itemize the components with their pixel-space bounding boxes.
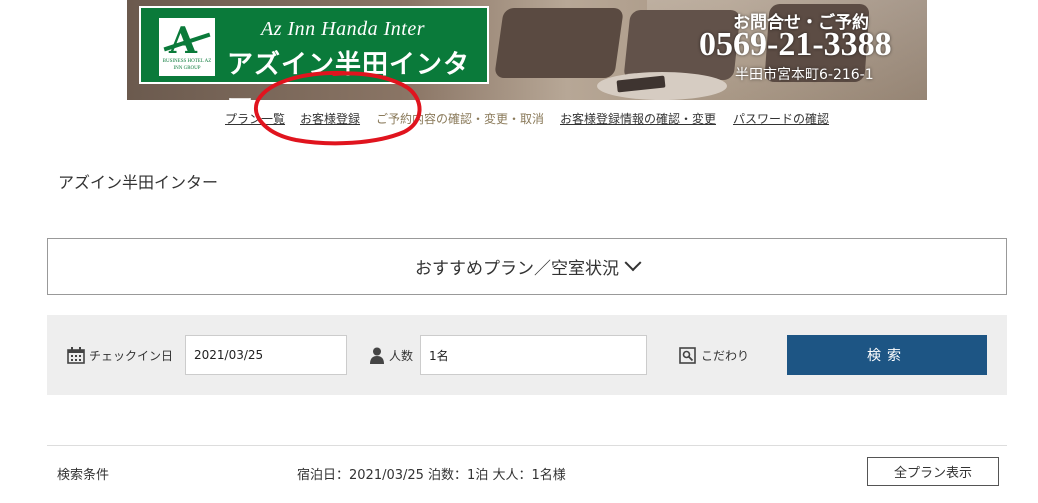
logo-japanese-name: アズイン半田インター <box>227 50 471 100</box>
recommended-plans-toggle[interactable]: おすすめプラン／空室状況 <box>47 238 1007 295</box>
search-conditions-value: 宿泊日：2021/03/25 泊数：1泊 大人：1名様 <box>297 468 566 483</box>
calendar-icon <box>67 347 85 364</box>
filter-label-group[interactable]: こだわり <box>679 347 749 364</box>
logo-mark-subtext: BUSINESS HOTEL AZ INN GROUP <box>162 59 212 71</box>
logo-english-name: Az Inn Handa Inter <box>261 18 425 40</box>
checkin-label: チェックイン日 <box>89 349 174 363</box>
recommended-plans-label: おすすめプラン／空室状況 <box>415 259 619 279</box>
hotel-address: 半田市宮本町6-216-1 <box>735 67 874 83</box>
search-conditions-label: 検索条件 <box>57 468 110 483</box>
header-banner: A BUSINESS HOTEL AZ INN GROUP Az Inn Han… <box>127 0 927 100</box>
contact-phone-number: 0569-21-3388 <box>699 26 892 63</box>
nav-plan-list-link[interactable]: プラン一覧 <box>225 110 285 127</box>
top-navigation: プラン一覧 お客様登録 ご予約内容の確認・変更・取消 お客様登録情報の確認・変更… <box>0 110 1038 128</box>
nav-customer-info-link[interactable]: お客様登録情報の確認・変更 <box>560 110 716 127</box>
checkin-label-group: チェックイン日 <box>67 347 173 364</box>
filter-label: こだわり <box>701 349 750 363</box>
people-count-input[interactable]: 1名 <box>420 335 647 375</box>
nav-reservation-check-link[interactable]: ご予約内容の確認・変更・取消 <box>376 110 544 127</box>
search-conditions-row: 検索条件 宿泊日：2021/03/25 泊数：1泊 大人：1名様 全プラン表示 <box>47 445 1007 497</box>
person-icon <box>370 347 384 364</box>
people-label: 人数 <box>389 349 414 363</box>
banner-chair-image <box>494 8 624 78</box>
show-all-plans-button[interactable]: 全プラン表示 <box>867 457 999 486</box>
search-button[interactable]: 検索 <box>787 335 987 375</box>
nav-customer-registration-link[interactable]: お客様登録 <box>300 110 360 127</box>
search-panel: チェックイン日 2021/03/25 人数 1名 こだわり 検索 <box>47 315 1007 395</box>
page-title: アズイン半田インター <box>58 173 219 192</box>
people-label-group: 人数 <box>369 347 413 364</box>
logo-mark-icon: A BUSINESS HOTEL AZ INN GROUP <box>159 18 215 76</box>
nav-password-link[interactable]: パスワードの確認 <box>733 110 829 127</box>
hotel-logo[interactable]: A BUSINESS HOTEL AZ INN GROUP Az Inn Han… <box>139 6 489 100</box>
chevron-down-icon <box>624 253 642 271</box>
checkin-date-input[interactable]: 2021/03/25 <box>185 335 347 375</box>
search-filter-icon <box>679 347 696 364</box>
